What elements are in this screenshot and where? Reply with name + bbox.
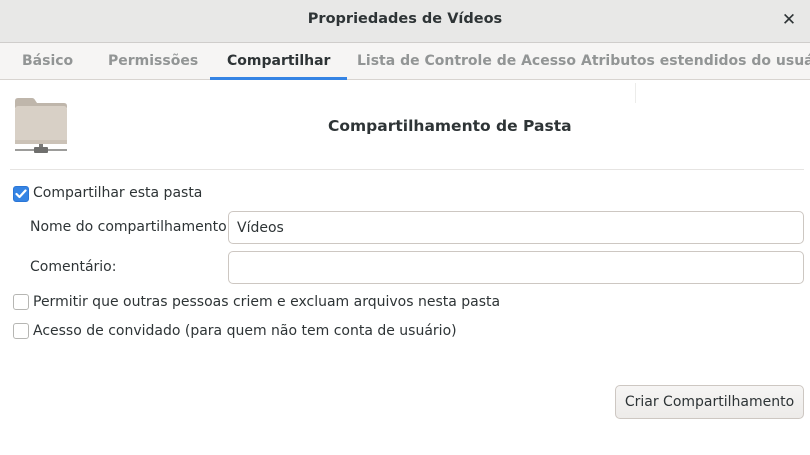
share-folder-label[interactable]: Compartilhar esta pasta: [33, 185, 202, 201]
guest-access-checkbox[interactable]: [13, 323, 29, 339]
guest-access-label[interactable]: Acesso de convidado (para quem não tem c…: [33, 323, 457, 339]
tab-bar: Básico Permissões Compartilhar Lista de …: [0, 43, 810, 80]
tab-atributos-estendidos[interactable]: Atributos estendidos do usuário: [581, 43, 810, 79]
separator: [10, 169, 804, 170]
divider: [635, 83, 636, 103]
folder-share-icon: [14, 96, 68, 154]
tab-basico[interactable]: Básico: [22, 43, 73, 79]
title-bar: Propriedades de Vídeos ✕: [0, 0, 810, 43]
close-icon: ✕: [781, 10, 797, 30]
tab-permissoes[interactable]: Permissões: [108, 43, 198, 79]
window-title: Propriedades de Vídeos: [307, 11, 503, 27]
active-tab-indicator: [210, 77, 348, 80]
comment-label: Comentário:: [30, 259, 117, 275]
share-name-label: Nome do compartilhamento:: [30, 219, 232, 235]
share-name-input[interactable]: [228, 211, 804, 244]
checkmark-icon: [15, 189, 27, 199]
section-heading: Compartilhamento de Pasta: [328, 117, 572, 135]
tab-compartilhar-label: Compartilhar: [227, 53, 331, 69]
allow-others-label[interactable]: Permitir que outras pessoas criem e excl…: [33, 294, 500, 310]
close-button[interactable]: ✕: [777, 8, 801, 32]
comment-input[interactable]: [228, 251, 804, 284]
share-folder-checkbox[interactable]: [13, 186, 29, 202]
tab-compartilhar[interactable]: Compartilhar: [210, 43, 348, 80]
tab-lista-controle-acesso[interactable]: Lista de Controle de Acesso: [357, 43, 576, 79]
create-share-button[interactable]: Criar Compartilhamento: [615, 385, 804, 419]
allow-others-checkbox[interactable]: [13, 294, 29, 310]
